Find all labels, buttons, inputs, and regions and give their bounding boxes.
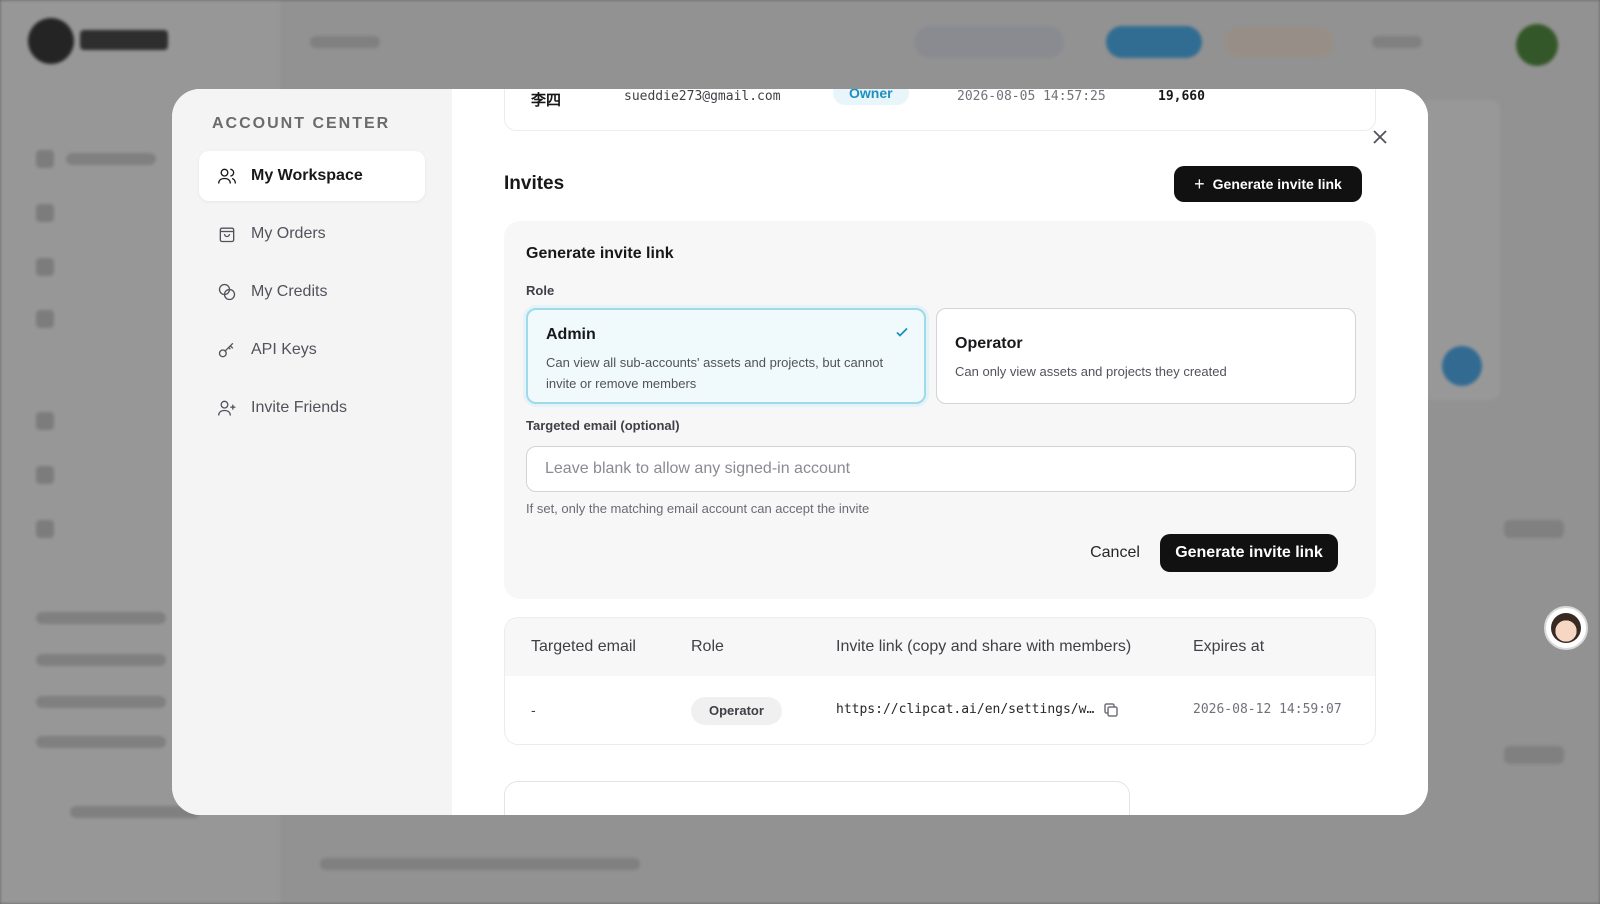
close-button[interactable] [1368, 125, 1392, 149]
role-option-title: Admin [546, 326, 596, 343]
generate-invite-link-label: Generate invite link [1212, 176, 1342, 192]
role-option-title: Operator [955, 335, 1023, 352]
plus-icon: + [1194, 174, 1205, 194]
invite-form-title: Generate invite link [526, 245, 674, 262]
role-option-operator[interactable]: Operator Can only view assets and projec… [936, 308, 1356, 404]
nav-item-label: API Keys [251, 341, 317, 358]
submit-generate-invite-link-button[interactable]: Generate invite link [1160, 534, 1338, 572]
nav-item-invite-friends[interactable]: Invite Friends [199, 383, 425, 433]
assistant-avatar-button[interactable] [1544, 606, 1588, 650]
member-row: 李四 sueddie273@gmail.com Owner 2026-08-05… [504, 89, 1376, 131]
close-icon [1373, 130, 1387, 144]
role-option-admin[interactable]: Admin Can view all sub-accounts' assets … [526, 308, 926, 404]
role-option-description: Can only view assets and projects they c… [955, 364, 1227, 379]
column-header-targeted-email: Targeted email [531, 638, 636, 655]
user-plus-icon [218, 400, 236, 416]
targeted-email-input[interactable] [526, 446, 1356, 492]
role-label: Role [526, 283, 555, 298]
cancel-button[interactable]: Cancel [1080, 535, 1150, 571]
nav-item-label: My Workspace [251, 167, 363, 184]
column-header-invite-link: Invite link (copy and share with members… [836, 638, 1132, 655]
nav-item-my-workspace[interactable]: My Workspace [199, 151, 425, 201]
invite-role-badge: Operator [691, 697, 782, 725]
column-header-role: Role [691, 638, 724, 655]
users-icon [218, 168, 236, 184]
shopping-bag-icon [219, 227, 235, 243]
nav-item-my-orders[interactable]: My Orders [199, 209, 425, 259]
member-date: 2026-08-05 14:57:25 [957, 89, 1106, 104]
nav-item-label: Invite Friends [251, 399, 348, 416]
nav-item-api-keys[interactable]: API Keys [199, 325, 425, 375]
nav-item-my-credits[interactable]: My Credits [199, 267, 425, 317]
copy-icon[interactable] [1103, 702, 1121, 720]
targeted-email-label: Targeted email (optional) [526, 418, 680, 433]
invites-table: Targeted email Role Invite link (copy an… [504, 617, 1376, 745]
generate-invite-link-button[interactable]: + Generate invite link [1174, 166, 1362, 202]
invite-link[interactable]: https://clipcat.ai/en/settings/w… [836, 702, 1094, 717]
key-icon [218, 342, 234, 358]
member-email: sueddie273@gmail.com [624, 89, 781, 104]
invite-form: Generate invite link Role Admin Can view… [504, 221, 1376, 599]
table-row: - Operator https://clipcat.ai/en/setting… [505, 676, 1375, 744]
member-credits: 19,660 [1158, 89, 1205, 104]
targeted-email-hint: If set, only the matching email account … [526, 501, 870, 516]
invites-title: Invites [504, 173, 565, 194]
account-center-nav: ACCOUNT CENTER My Workspace My Orders My… [172, 89, 452, 815]
member-role-badge: Owner [833, 89, 909, 105]
invite-targeted-email: - [531, 702, 536, 718]
coins-icon [218, 283, 236, 301]
column-header-expires-at: Expires at [1193, 638, 1265, 655]
nav-item-label: My Credits [251, 283, 328, 300]
partial-card [504, 781, 1130, 815]
account-center-modal: ACCOUNT CENTER My Workspace My Orders My… [172, 89, 1428, 815]
invite-expires-at: 2026-08-12 14:59:07 [1193, 702, 1342, 717]
workspace-content: 李四 sueddie273@gmail.com Owner 2026-08-05… [452, 89, 1428, 815]
nav-item-label: My Orders [251, 225, 326, 242]
nav-list: My Workspace My Orders My Credits API Ke… [172, 151, 452, 433]
assistant-face-icon [1551, 613, 1581, 643]
table-header: Targeted email Role Invite link (copy an… [505, 618, 1375, 676]
account-center-title: ACCOUNT CENTER [212, 115, 391, 132]
check-icon [894, 324, 910, 340]
member-name: 李四 [531, 92, 562, 109]
role-option-description: Can view all sub-accounts' assets and pr… [546, 355, 884, 391]
